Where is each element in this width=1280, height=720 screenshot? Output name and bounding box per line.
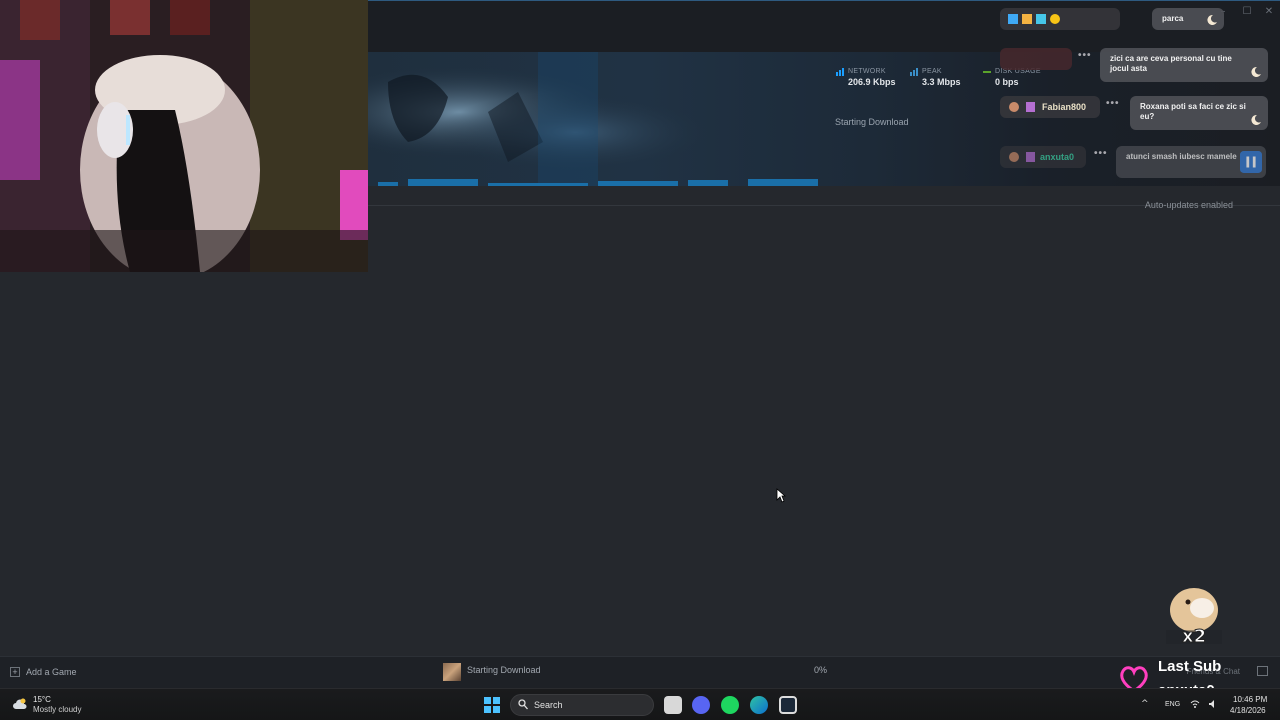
weather-description[interactable]: Mostly cloudy	[33, 705, 81, 714]
add-game-button[interactable]: + Add a Game	[10, 667, 77, 677]
chat-message-text: Roxana poti sa faci ce zic si eu?	[1140, 102, 1246, 121]
discord-icon[interactable]	[692, 696, 710, 714]
webcam-image	[0, 0, 368, 272]
chat-message-3: Roxana poti sa faci ce zic si eu?	[1130, 96, 1268, 130]
download-progress: 0%	[813, 665, 827, 675]
chat-username: Fabian800	[1042, 102, 1087, 112]
multiplier-text: x2	[1182, 626, 1206, 644]
steam-titlebar: – ☐ ✕	[368, 0, 1280, 52]
moon-icon	[1251, 66, 1261, 77]
language-indicator[interactable]: ENG	[1165, 701, 1180, 708]
spotify-icon[interactable]	[721, 696, 739, 714]
windows-taskbar: 15°C Mostly cloudy Search ^ ENG 10:46 PM…	[0, 688, 1280, 720]
chat-user-badges	[1000, 8, 1120, 30]
user-badges-icon	[1009, 102, 1035, 112]
network-label: NETWORK	[848, 68, 886, 75]
disk-value: 0 bps	[995, 77, 1019, 87]
last-sub-title: Last Sub	[1158, 658, 1222, 675]
download-status[interactable]: Starting Download	[467, 665, 541, 675]
chat-user-4: anxuta0	[1000, 146, 1086, 168]
taskbar-search[interactable]: Search	[510, 694, 654, 716]
windows-start-button[interactable]	[484, 697, 500, 713]
peak-stat: PEAK 3.3 Mbps	[910, 68, 961, 87]
moon-icon	[1251, 114, 1261, 125]
chat-message-text: atunci smash iubesc mamele	[1126, 152, 1237, 161]
chat-user-2	[1000, 48, 1072, 70]
peak-value: 3.3 Mbps	[922, 77, 961, 87]
peak-bars-icon	[910, 68, 918, 76]
file-explorer-icon[interactable]	[664, 696, 682, 714]
add-game-label: Add a Game	[26, 667, 77, 677]
chat-dots-icon: •••	[1078, 50, 1092, 61]
download-status-text: Starting Download	[835, 117, 909, 127]
pause-icon	[1240, 151, 1262, 173]
dog-emote: x2	[1166, 588, 1222, 644]
steam-app-icon[interactable]	[779, 696, 797, 714]
peak-label: PEAK	[922, 68, 942, 75]
chat-dots-icon: •••	[1094, 148, 1108, 159]
wifi-icon[interactable]	[1190, 699, 1200, 709]
network-graph	[378, 179, 818, 186]
edge-icon[interactable]	[750, 696, 768, 714]
section-divider	[368, 205, 1280, 206]
chevron-up-icon[interactable]: ^	[1141, 699, 1149, 709]
auto-updates-label[interactable]: Auto-updates enabled	[1145, 200, 1233, 210]
clock-time[interactable]: 10:46 PM	[1233, 695, 1267, 704]
network-stat: NETWORK 206.9 Kbps	[836, 68, 896, 87]
search-icon	[518, 699, 528, 710]
download-game-thumbnail[interactable]	[443, 663, 461, 681]
game-header-art	[368, 52, 828, 186]
network-bars-icon	[836, 68, 844, 76]
cloud-icon[interactable]	[12, 697, 28, 711]
chat-username: anxuta0	[1040, 152, 1075, 162]
chat-message-2: zici ca are ceva personal cu tine jocul …	[1100, 48, 1268, 82]
webcam-feed	[0, 0, 368, 272]
steam-bottom-bar: + Add a Game Starting Download 0% Friend…	[0, 656, 1280, 688]
chat-message-4: atunci smash iubesc mamele	[1116, 146, 1266, 178]
chat-icon[interactable]	[1257, 666, 1268, 676]
disk-stat: DISK USAGE 0 bps	[983, 68, 1041, 87]
weather-temperature[interactable]: 15°C	[33, 695, 51, 704]
close-icon[interactable]: ✕	[1264, 7, 1274, 17]
volume-icon[interactable]	[1208, 699, 1218, 709]
network-value: 206.9 Kbps	[848, 77, 896, 87]
chat-user-3: Fabian800	[1000, 96, 1100, 118]
mouse-cursor-icon	[776, 488, 786, 503]
moon-icon	[1207, 14, 1217, 25]
chat-message-text: zici ca are ceva personal cu tine jocul …	[1110, 54, 1232, 73]
search-label: Search	[534, 700, 563, 710]
clock-date[interactable]: 4/18/2026	[1230, 706, 1266, 715]
disk-line-icon	[983, 71, 991, 73]
plus-icon: +	[10, 667, 20, 677]
user-badges-icon	[1009, 152, 1035, 162]
chat-message-text: parca	[1162, 14, 1184, 23]
chat-message-1: parca	[1152, 8, 1224, 30]
maximize-icon[interactable]: ☐	[1242, 7, 1252, 17]
badges-icon	[1008, 14, 1060, 24]
chat-dots-icon: •••	[1106, 98, 1120, 109]
